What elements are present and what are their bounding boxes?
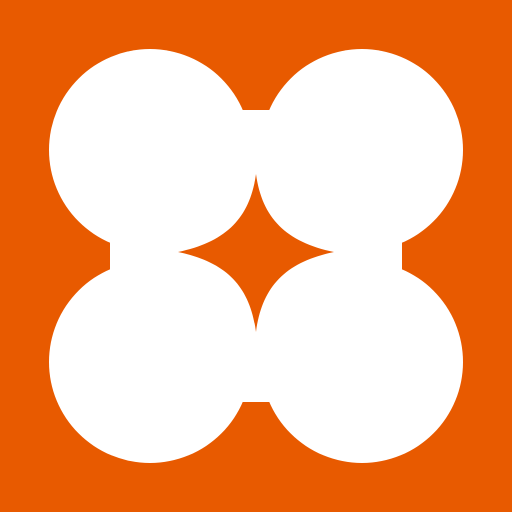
- app-icon-graphic: [0, 0, 512, 512]
- app-icon: [0, 0, 512, 512]
